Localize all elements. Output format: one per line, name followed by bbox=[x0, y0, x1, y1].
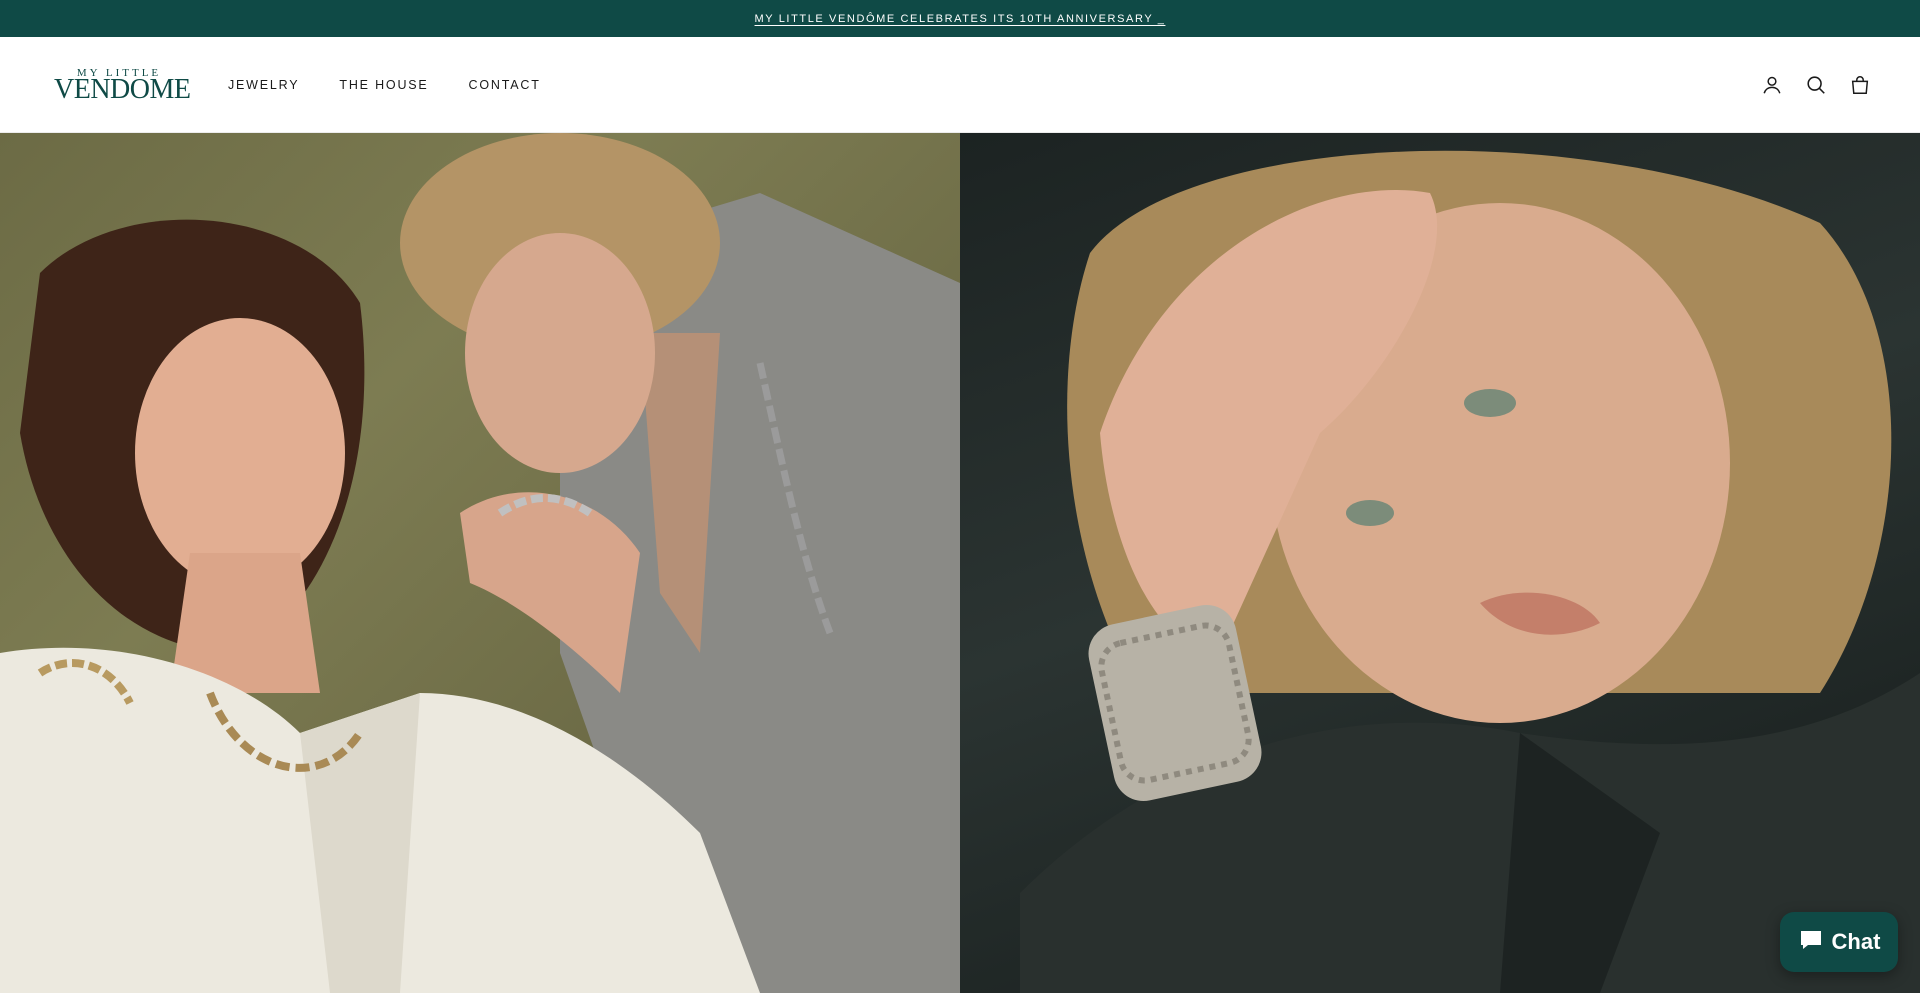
main-nav: JEWELRY THE HOUSE CONTACT bbox=[228, 37, 541, 133]
nav-item-the-house[interactable]: THE HOUSE bbox=[339, 78, 428, 92]
announcement-link[interactable]: MY LITTLE VENDÔME CELEBRATES ITS 10TH AN… bbox=[755, 13, 1166, 25]
announcement-bar: MY LITTLE VENDÔME CELEBRATES ITS 10TH AN… bbox=[0, 0, 1920, 37]
nav-item-jewelry[interactable]: JEWELRY bbox=[228, 78, 299, 92]
chat-button[interactable]: Chat bbox=[1780, 912, 1898, 972]
logo[interactable]: MY LITTLE VENDOME bbox=[54, 67, 191, 105]
hero-image-right[interactable] bbox=[960, 133, 1920, 993]
chat-label: Chat bbox=[1831, 929, 1881, 954]
hero-image-left-illustration bbox=[0, 133, 960, 993]
site-header: MY LITTLE VENDOME JEWELRY THE HOUSE CONT… bbox=[0, 37, 1920, 133]
logo-line-2: VENDOME bbox=[54, 74, 191, 105]
cart-icon[interactable] bbox=[1848, 73, 1872, 97]
chat-bubble-icon bbox=[1798, 928, 1824, 957]
account-icon[interactable] bbox=[1760, 73, 1784, 97]
hero-image-left[interactable] bbox=[0, 133, 960, 993]
header-icons bbox=[1760, 37, 1872, 133]
hero-section bbox=[0, 133, 1920, 993]
nav-item-contact[interactable]: CONTACT bbox=[469, 78, 541, 92]
hero-image-right-illustration bbox=[1020, 150, 1920, 993]
search-icon[interactable] bbox=[1804, 73, 1828, 97]
